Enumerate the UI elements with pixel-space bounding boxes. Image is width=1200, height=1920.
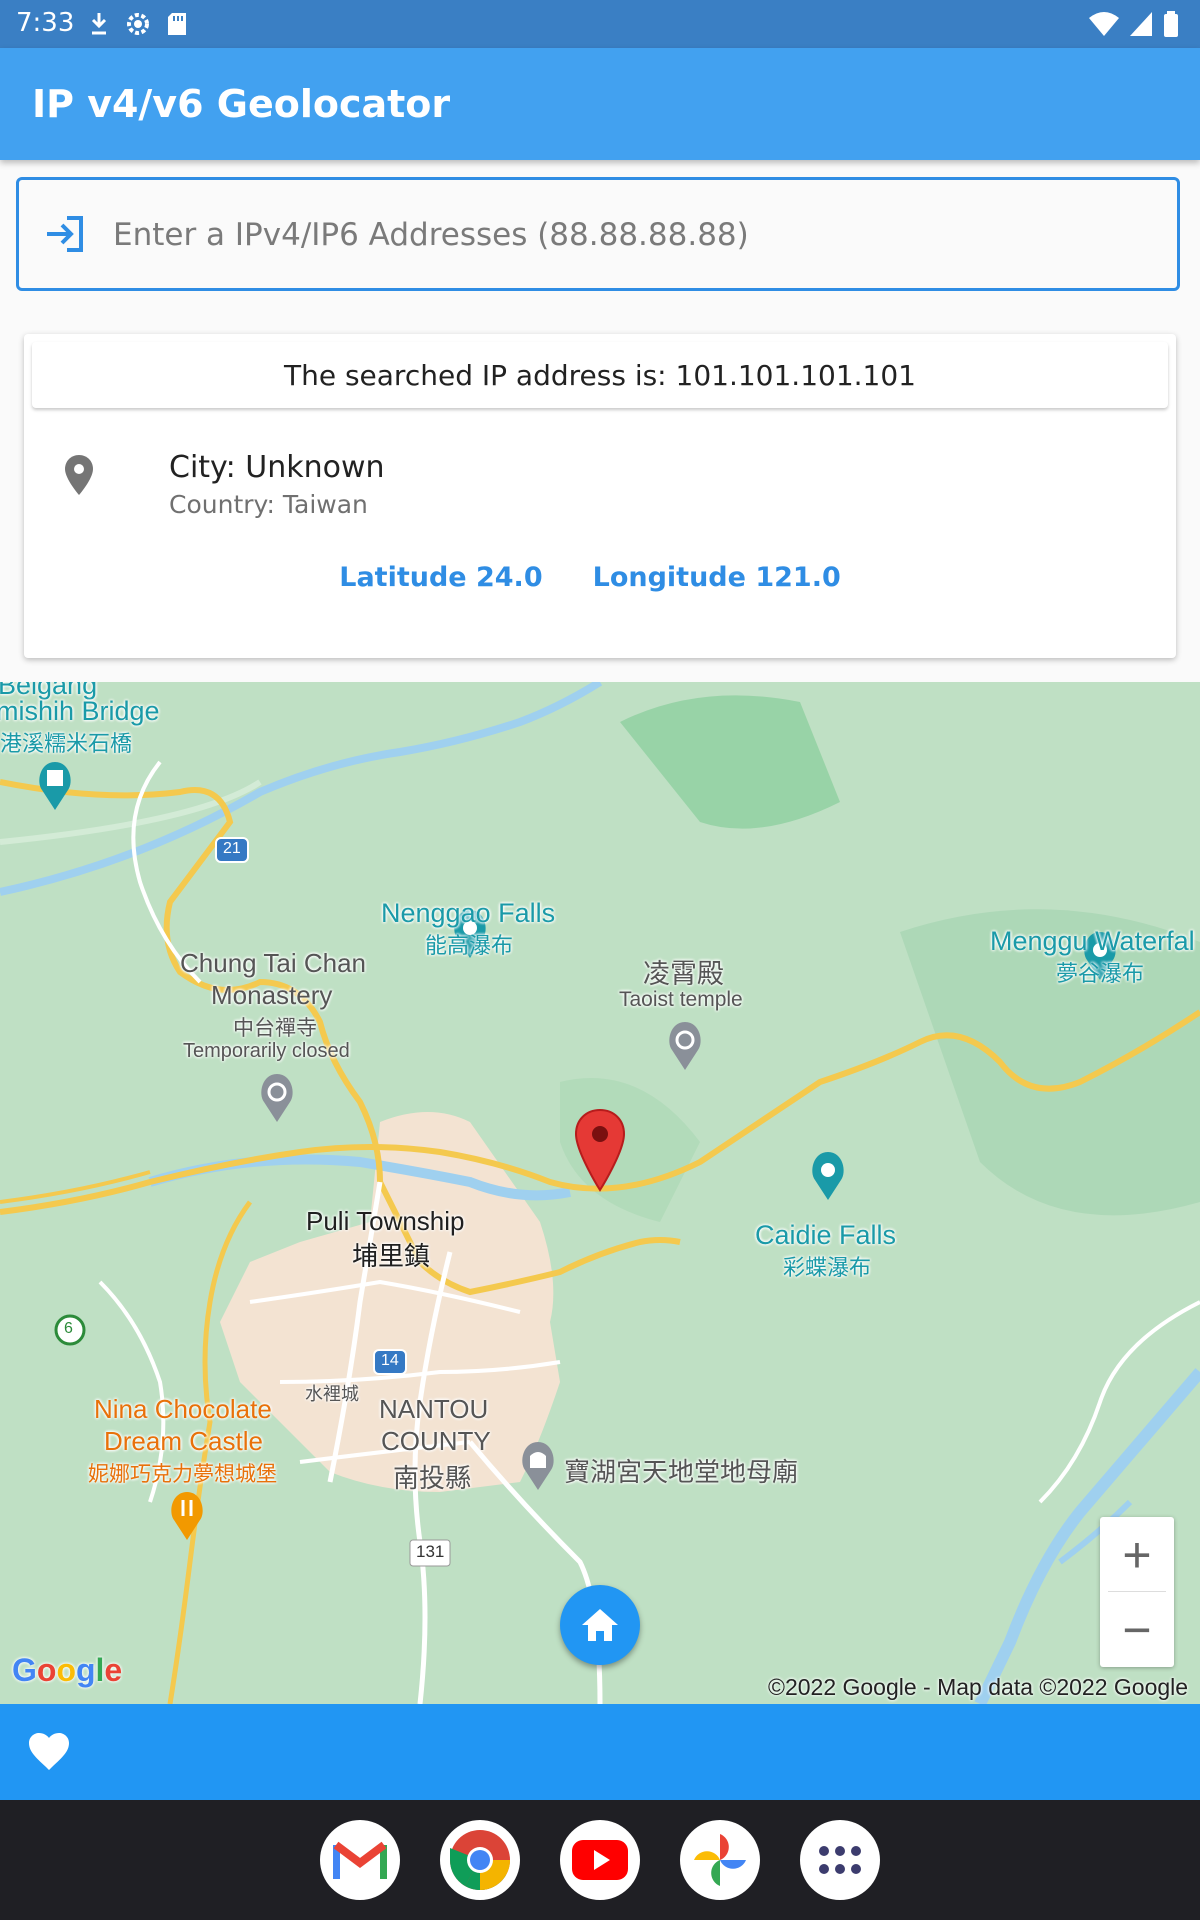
home-button[interactable] (560, 1585, 640, 1665)
youtube-app-icon[interactable] (560, 1820, 640, 1900)
latitude-button[interactable]: Latitude 24.0 (339, 562, 542, 593)
ip-search-field[interactable] (16, 177, 1180, 291)
app-drawer-icon[interactable] (800, 1820, 880, 1900)
map-credit: ©2022 Google - Map data ©2022 Google (768, 1674, 1189, 1700)
map-label-bridge: mishih Bridge (0, 696, 160, 726)
bottom-app-bar (0, 1704, 1200, 1800)
zoom-in-button[interactable]: + (1100, 1517, 1174, 1592)
photos-app-icon[interactable] (680, 1820, 760, 1900)
map-label-nantou: NANTOU (379, 1394, 489, 1424)
route-131-label: 131 (416, 1542, 445, 1561)
map-label-county: COUNTY (381, 1426, 491, 1456)
map-label-nina-2: Dream Castle (104, 1426, 263, 1456)
map-view[interactable]: Beigang mishih Bridge 港溪糯米石橋 Nenggao Fal… (0, 682, 1200, 1704)
sd-card-icon (168, 13, 186, 35)
route-21-label: 21 (223, 840, 241, 857)
location-pin-icon (65, 455, 93, 495)
map-label-temple: Taoist temple (619, 988, 743, 1011)
map-label-nenggao: Nenggao Falls (381, 898, 556, 928)
gmail-app-icon[interactable] (320, 1820, 400, 1900)
country-text: Country: Taiwan (169, 490, 368, 519)
map-label-chungtai-zh: 中台禪寺 (233, 1017, 317, 1040)
map-terrain (0, 682, 1200, 1704)
signal-icon (1130, 12, 1152, 36)
city-text: City: Unknown (169, 450, 385, 485)
map-label-menggu: Menggu Waterfal (990, 926, 1195, 956)
map-label-shuilicheng: 水裡城 (305, 1384, 359, 1404)
map-marker-icon[interactable] (574, 1108, 626, 1192)
coordinates: Latitude 24.0 Longitude 121.0 (24, 562, 1176, 593)
home-icon (582, 1609, 618, 1641)
map-label-baohu: 寶湖宮天地堂地母廟 (564, 1457, 799, 1487)
map-label-puli: Puli Township (306, 1206, 465, 1236)
heart-icon[interactable] (28, 1732, 70, 1772)
map-label-caidie: Caidie Falls (755, 1220, 897, 1250)
map-label-temple-zh: 凌霄殿 (643, 959, 724, 989)
longitude-button[interactable]: Longitude 121.0 (593, 562, 841, 593)
zoom-out-button[interactable]: − (1100, 1592, 1174, 1667)
route-14-label: 14 (381, 1352, 399, 1369)
battery-icon (1164, 11, 1178, 37)
download-icon (91, 13, 107, 35)
result-card: The searched IP address is: 101.101.101.… (24, 334, 1176, 658)
map-label-closed: Temporarily closed (183, 1040, 350, 1062)
map-label-bridge-zh: 港溪糯米石橋 (0, 731, 133, 756)
map-label-nantou-zh: 南投縣 (393, 1463, 472, 1493)
zoom-controls: + − (1100, 1517, 1174, 1667)
status-bar: 7:33 (0, 0, 1200, 48)
settings-icon (127, 13, 149, 35)
google-logo: Google (12, 1652, 123, 1688)
login-icon (47, 216, 83, 252)
map-label-monastery: Monastery (211, 980, 333, 1010)
app-bar: IP v4/v6 Geolocator (0, 48, 1200, 160)
map-label-nina-zh: 妮娜巧克力夢想城堡 (88, 1463, 277, 1486)
wifi-icon (1089, 12, 1119, 36)
ip-input[interactable] (111, 200, 1155, 270)
status-time: 7:33 (16, 8, 75, 38)
zoom-divider (1108, 1591, 1166, 1592)
map-label-puli-zh: 埔里鎮 (352, 1241, 431, 1271)
map-label-caidie-zh: 彩蝶瀑布 (783, 1255, 872, 1280)
map-label-nina: Nina Chocolate (94, 1394, 272, 1424)
chrome-app-icon[interactable] (440, 1820, 520, 1900)
map-label-menggu-zh: 夢谷瀑布 (1056, 961, 1145, 986)
map-label-chungtai: Chung Tai Chan (180, 948, 366, 978)
map-label-nenggao-zh: 能高瀑布 (425, 933, 514, 958)
route-6-label: 6 (64, 1320, 73, 1337)
app-title: IP v4/v6 Geolocator (32, 82, 451, 126)
searched-ip-header: The searched IP address is: 101.101.101.… (32, 342, 1168, 408)
